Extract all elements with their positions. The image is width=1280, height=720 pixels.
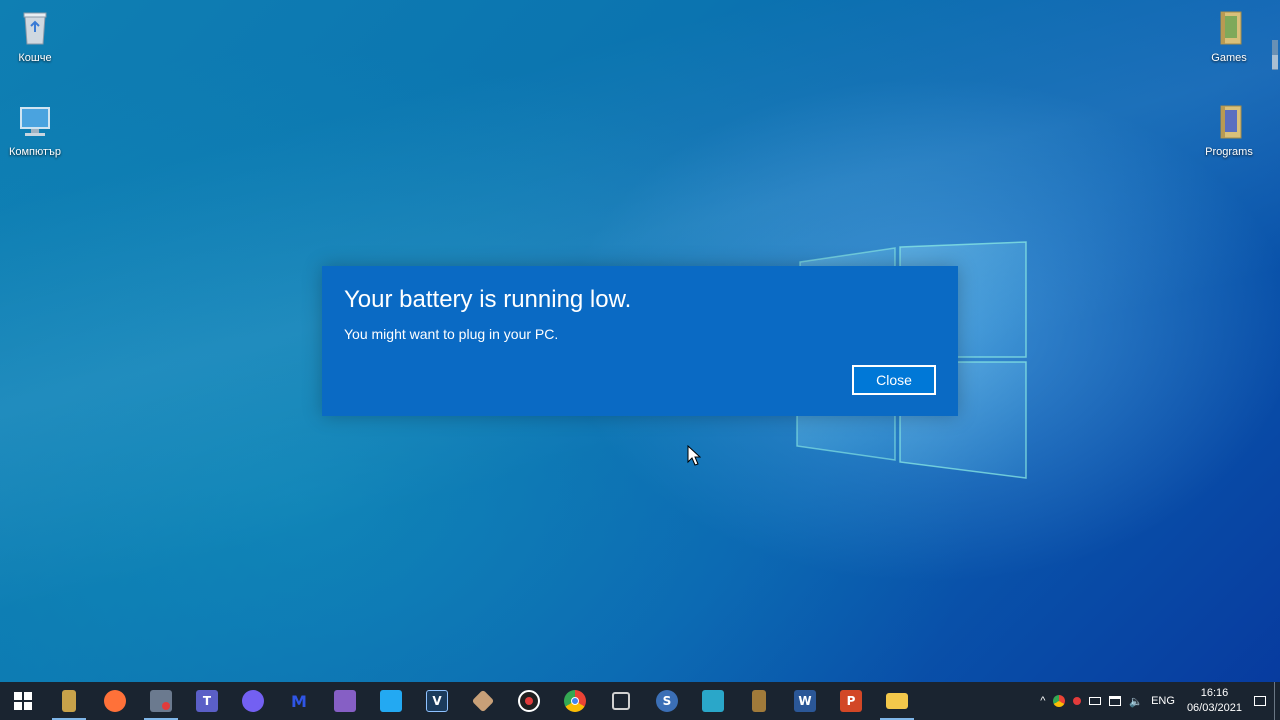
taskbar-app-chrome[interactable] <box>552 682 598 720</box>
computer-icon <box>20 107 50 136</box>
network-icon[interactable] <box>1109 696 1122 706</box>
taskbar-app-remote[interactable] <box>690 682 736 720</box>
taskbar-app-viber[interactable] <box>230 682 276 720</box>
clock-date: 06/03/2021 <box>1186 702 1242 714</box>
word-icon: W <box>794 690 816 712</box>
windows-start-icon <box>14 692 32 710</box>
taskbar-app-obs[interactable] <box>506 682 552 720</box>
teams-icon: T <box>196 690 218 712</box>
vscode-icon <box>380 690 402 712</box>
show-hidden-icons-chevron-up-icon[interactable]: ^ <box>1040 695 1045 707</box>
desktop-icon-games[interactable]: Games <box>1194 8 1264 64</box>
powerpoint-icon: P <box>840 690 862 712</box>
3d-box-icon <box>612 692 630 710</box>
start-button[interactable] <box>0 682 46 720</box>
desktop-icon-label: Programs <box>1205 146 1253 158</box>
desktop-icon-label: Games <box>1211 52 1247 64</box>
taskbar-app-file-explorer[interactable] <box>874 682 920 720</box>
taskbar-app-screen-recorder[interactable] <box>138 682 184 720</box>
clock[interactable]: 16:16 06/03/2021 <box>1187 686 1242 716</box>
dialog-message: You might want to plug in your PC. <box>344 326 559 342</box>
clock-time: 16:16 <box>1200 687 1229 699</box>
taskbar-app-vscode[interactable] <box>368 682 414 720</box>
desktop-icon-label: Кошче <box>18 52 52 64</box>
mouse-cursor-icon <box>687 445 701 466</box>
desktop-icon-computer[interactable]: Компютър <box>0 102 70 158</box>
edge-scroll-strip <box>1272 40 1278 70</box>
taskbar-app-powerpoint[interactable]: P <box>828 682 874 720</box>
taskbar-app-word[interactable]: W <box>782 682 828 720</box>
remote-app-icon <box>702 690 724 712</box>
show-desktop-button[interactable] <box>1274 682 1280 720</box>
desktop-icon-programs[interactable]: Programs <box>1194 102 1264 158</box>
system-tray: ^ 🔈 ENG 16:16 06/03/2021 <box>1036 682 1280 720</box>
malwarebytes-icon: M <box>291 691 307 711</box>
close-button[interactable]: Close <box>852 365 936 395</box>
taskbar-app-vegas[interactable]: V <box>414 682 460 720</box>
taskbar-app-coffee[interactable] <box>736 682 782 720</box>
file-explorer-icon <box>886 693 908 709</box>
recycle-bin-icon <box>23 12 47 45</box>
battery-low-dialog: Your battery is running low. You might w… <box>322 266 958 416</box>
dialog-title: Your battery is running low. <box>344 286 632 313</box>
taskbar-app-malwarebytes[interactable]: M <box>276 682 322 720</box>
action-center-icon[interactable] <box>1254 696 1266 706</box>
chrome-icon <box>564 690 586 712</box>
desktop-icon-label: Компютър <box>8 146 62 158</box>
vegas-icon: V <box>426 690 448 712</box>
taskbar: T M V S W P ^ 🔈 ENG 16:16 06/03/2021 <box>0 682 1280 720</box>
language-indicator[interactable]: ENG <box>1151 695 1175 707</box>
screen-recorder-icon <box>150 690 172 712</box>
taskbar-app-tool[interactable] <box>460 682 506 720</box>
folder-icon <box>1220 105 1242 139</box>
taskbar-app-file-cabinet[interactable] <box>46 682 92 720</box>
taskbar-app-visual-studio[interactable] <box>322 682 368 720</box>
chrome-tray-icon[interactable] <box>1053 695 1066 707</box>
taskbar-app-teams[interactable]: T <box>184 682 230 720</box>
skype-icon: S <box>656 690 678 712</box>
firefox-icon <box>104 690 126 712</box>
file-cabinet-icon <box>62 690 76 712</box>
record-tray-icon[interactable] <box>1073 697 1082 705</box>
coffee-icon <box>752 690 766 712</box>
obs-icon <box>518 690 540 712</box>
taskbar-app-skype[interactable]: S <box>644 682 690 720</box>
taskbar-app-3d-box[interactable] <box>598 682 644 720</box>
taskbar-app-firefox[interactable] <box>92 682 138 720</box>
visual-studio-icon <box>334 690 356 712</box>
tool-icon <box>471 689 495 713</box>
desktop-icon-recycle-bin[interactable]: Кошче <box>0 8 70 64</box>
battery-icon[interactable] <box>1089 697 1102 705</box>
viber-icon <box>242 690 264 712</box>
volume-icon[interactable]: 🔈 <box>1129 695 1143 708</box>
folder-icon <box>1220 11 1242 45</box>
